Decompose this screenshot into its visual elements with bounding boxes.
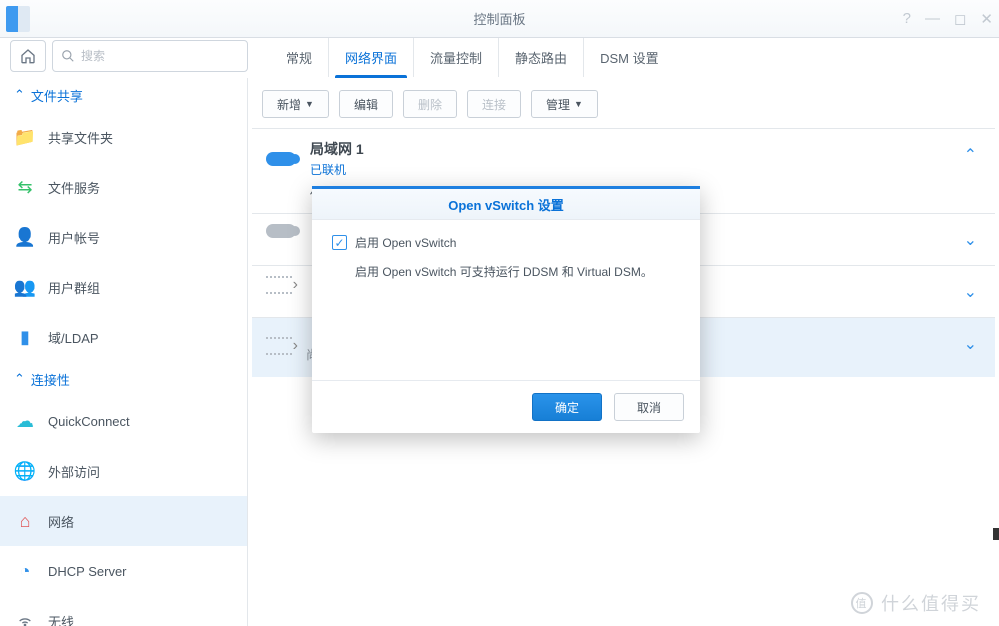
sidebar-item-label: 用户帐号 <box>48 228 100 247</box>
tab-dsm-settings[interactable]: DSM 设置 <box>583 38 675 77</box>
connect-button[interactable]: 连接 <box>467 90 521 118</box>
sidebar-item-quickconnect[interactable]: ☁ QuickConnect <box>0 396 247 446</box>
tab-network-interface[interactable]: 网络界面 <box>328 38 413 77</box>
ok-button[interactable]: 确定 <box>532 393 602 421</box>
edge-artifact <box>993 528 999 540</box>
lan-connected-icon <box>266 152 296 166</box>
help-icon[interactable]: ? <box>903 10 911 27</box>
chevron-down-icon[interactable]: ⌄ <box>964 334 977 354</box>
sidebar-item-shared-folder[interactable]: 📁 共享文件夹 <box>0 112 247 162</box>
interface-status: 已联机 <box>310 161 364 178</box>
dhcp-icon: ◔ <box>14 560 36 582</box>
sidebar-item-file-services[interactable]: ⇆ 文件服务 <box>0 162 247 212</box>
wifi-icon <box>14 610 36 626</box>
dialog-hint: 启用 Open vSwitch 可支持运行 DDSM 和 Virtual DSM… <box>332 251 680 280</box>
file-transfer-icon: ⇆ <box>14 176 36 198</box>
folder-icon: 📁 <box>14 126 36 148</box>
tab-general[interactable]: 常规 <box>270 38 328 77</box>
maximize-icon[interactable]: ◻ <box>954 10 966 28</box>
sidebar-item-external-access[interactable]: 🌐 外部访问 <box>0 446 247 496</box>
bridge-icon <box>266 276 292 294</box>
sidebar-item-wireless[interactable]: 无线 <box>0 596 247 626</box>
sidebar-item-label: 无线 <box>48 612 74 626</box>
home-button[interactable] <box>10 40 46 72</box>
tab-traffic-control[interactable]: 流量控制 <box>413 38 498 77</box>
sidebar-item-label: 文件服务 <box>48 178 100 197</box>
sidebar-item-label: DHCP Server <box>48 564 127 579</box>
dialog-title: Open vSwitch 设置 <box>312 186 700 220</box>
sidebar-item-label: 用户群组 <box>48 278 100 297</box>
users-icon: 👥 <box>14 276 36 298</box>
home-icon <box>20 48 36 64</box>
group-label: 连接性 <box>31 370 70 389</box>
toolbar: 新增▼ 编辑 删除 连接 管理▼ <box>248 78 999 128</box>
search-input[interactable] <box>81 49 239 63</box>
search-box[interactable] <box>52 40 248 72</box>
caret-down-icon: ▼ <box>305 99 314 109</box>
window-title: 控制面板 <box>0 9 999 28</box>
searchbar <box>10 38 248 74</box>
lan-disconnected-icon <box>266 224 296 238</box>
sidebar-item-dhcp-server[interactable]: ◔ DHCP Server <box>0 546 247 596</box>
sidebar-group-connectivity[interactable]: ⌃ 连接性 <box>0 362 247 396</box>
sidebar-item-network[interactable]: ⌂ 网络 <box>0 496 247 546</box>
group-label: 文件共享 <box>31 86 83 105</box>
globe-icon: 🌐 <box>14 460 36 482</box>
minimize-icon[interactable]: — <box>925 10 940 27</box>
sidebar-item-label: 域/LDAP <box>48 328 99 347</box>
manage-button[interactable]: 管理▼ <box>531 90 598 118</box>
sidebar-item-label: 网络 <box>48 512 74 531</box>
close-icon[interactable]: ✕ <box>980 10 993 28</box>
sidebar-item-label: QuickConnect <box>48 414 130 429</box>
chevron-up-icon: ⌃ <box>14 371 25 387</box>
cancel-button[interactable]: 取消 <box>614 393 684 421</box>
sidebar: ⌃ 文件共享 📁 共享文件夹 ⇆ 文件服务 👤 用户帐号 👥 用户群组 ▮ 域/… <box>0 78 248 626</box>
checkbox-checked-icon: ✓ <box>332 235 347 250</box>
sidebar-item-domain-ldap[interactable]: ▮ 域/LDAP <box>0 312 247 362</box>
sidebar-item-user[interactable]: 👤 用户帐号 <box>0 212 247 262</box>
checkbox-label: 启用 Open vSwitch <box>355 234 456 251</box>
add-button[interactable]: 新增▼ <box>262 90 329 118</box>
search-icon <box>61 49 75 63</box>
titlebar: 控制面板 ? — ◻ ✕ <box>0 0 999 38</box>
network-icon: ⌂ <box>14 510 36 532</box>
chevron-up-icon: ⌃ <box>14 87 25 103</box>
chevron-up-icon[interactable]: ⌃ <box>964 145 977 165</box>
user-icon: 👤 <box>14 226 36 248</box>
sidebar-item-group[interactable]: 👥 用户群组 <box>0 262 247 312</box>
sidebar-group-file-sharing[interactable]: ⌃ 文件共享 <box>0 78 247 112</box>
caret-down-icon: ▼ <box>574 99 583 109</box>
tabs: 常规 网络界面 流量控制 静态路由 DSM 设置 <box>248 38 999 78</box>
bridge-icon <box>266 337 292 355</box>
tab-static-route[interactable]: 静态路由 <box>498 38 583 77</box>
enable-ovs-checkbox[interactable]: ✓ 启用 Open vSwitch <box>332 234 680 251</box>
sidebar-item-label: 共享文件夹 <box>48 128 113 147</box>
sidebar-item-label: 外部访问 <box>48 462 100 481</box>
cloud-icon: ☁ <box>14 410 36 432</box>
chevron-down-icon[interactable]: ⌄ <box>964 282 977 302</box>
delete-button[interactable]: 删除 <box>403 90 457 118</box>
book-icon: ▮ <box>14 326 36 348</box>
chevron-down-icon[interactable]: ⌄ <box>964 230 977 250</box>
interface-title: 局域网 1 <box>310 139 364 159</box>
ovs-dialog: Open vSwitch 设置 ✓ 启用 Open vSwitch 启用 Ope… <box>312 186 700 433</box>
edit-button[interactable]: 编辑 <box>339 90 393 118</box>
